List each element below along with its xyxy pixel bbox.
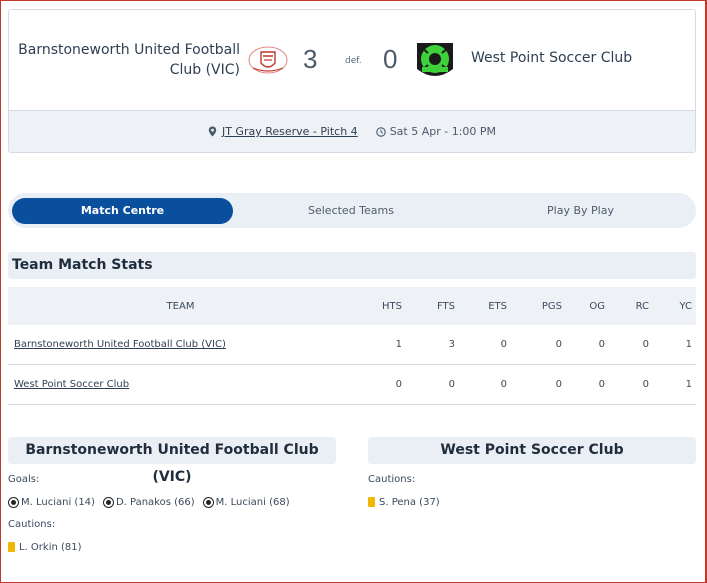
col-header-rc: RC — [635, 300, 649, 312]
yellow-card-icon — [8, 542, 15, 552]
stats-team-cell: West Point Soccer Club — [8, 379, 353, 390]
stat-ets: 0 — [500, 379, 507, 390]
cautions-label: Cautions: — [8, 519, 56, 530]
stat-hts: 0 — [395, 379, 402, 390]
stat-fts: 3 — [448, 339, 455, 350]
cautions-list: L. Orkin (81) — [8, 540, 336, 554]
col-header-hts: HTS — [382, 300, 402, 312]
caution-event: S. Pena (37) — [368, 497, 440, 508]
stat-rc: 0 — [642, 379, 649, 390]
stats-team-link[interactable]: West Point Soccer Club — [14, 379, 129, 390]
match-tabs: Match Centre Selected Teams Play By Play — [8, 193, 696, 228]
stats-section-title: Team Match Stats — [8, 252, 696, 279]
soccer-ball-icon — [8, 496, 19, 508]
home-team-logo — [248, 46, 288, 74]
clock-icon — [375, 126, 386, 137]
stat-yc: 1 — [685, 379, 692, 390]
goal-event: M. Luciani (68) — [202, 496, 290, 508]
col-header-team: TEAM — [166, 300, 195, 312]
goal-scorer: D. Panakos (66) — [115, 496, 195, 508]
goal-event: M. Luciani (14) — [8, 496, 95, 508]
goals-list: M. Luciani (14) D. Panakos (66) M. Lucia… — [8, 495, 336, 509]
caution-event: L. Orkin (81) — [8, 542, 82, 553]
stat-pgs: 0 — [555, 379, 562, 390]
stat-rc: 0 — [642, 339, 649, 350]
goal-scorer: M. Luciani (14) — [21, 496, 95, 508]
soccer-ball-icon — [202, 496, 214, 508]
stat-pgs: 0 — [555, 339, 562, 350]
goal-scorer: M. Luciani (68) — [215, 496, 290, 508]
away-team-name[interactable]: West Point Soccer Club — [471, 50, 632, 66]
stat-ets: 0 — [500, 339, 507, 350]
stat-hts: 1 — [395, 339, 402, 350]
stats-team-cell: Barnstoneworth United Football Club (VIC… — [8, 339, 353, 350]
stat-og: 0 — [598, 339, 605, 350]
map-pin-icon — [208, 126, 217, 137]
stat-yc: 1 — [685, 339, 692, 350]
home-events-panel: Barnstoneworth United Football Club (VIC… — [8, 437, 336, 554]
stats-team-link[interactable]: Barnstoneworth United Football Club (VIC… — [14, 339, 226, 350]
tab-selected-teams[interactable]: Selected Teams — [233, 198, 469, 224]
home-score: 3 — [303, 44, 318, 74]
score-header: Barnstoneworth United Football Club (VIC… — [9, 10, 695, 110]
col-header-pgs: PGS — [541, 300, 562, 312]
table-row: West Point Soccer Club 0 0 0 0 0 0 1 — [8, 365, 696, 405]
stats-header-row: TEAM HTS FTS ETS PGS OG RC YC — [8, 287, 696, 325]
tab-match-centre[interactable]: Match Centre — [12, 197, 233, 224]
tab-play-by-play[interactable]: Play By Play — [469, 198, 692, 224]
caution-player: S. Pena (37) — [379, 496, 440, 508]
caution-player: L. Orkin (81) — [19, 541, 82, 553]
away-team-logo — [417, 43, 453, 76]
match-time: Sat 5 Apr - 1:00 PM — [375, 125, 497, 138]
away-events-title: West Point Soccer Club — [368, 437, 696, 464]
venue-info: JT Gray Reserve - Pitch 4 — [208, 125, 358, 138]
col-header-fts: FTS — [436, 300, 455, 312]
soccer-ball-icon — [102, 496, 114, 508]
match-info-bar: JT Gray Reserve - Pitch 4 Sat 5 Apr - 1:… — [9, 110, 695, 152]
stat-og: 0 — [598, 379, 605, 390]
result-label: def. — [345, 56, 362, 66]
away-events-panel: West Point Soccer Club Cautions: S. Pena… — [368, 437, 696, 509]
goal-event: D. Panakos (66) — [102, 496, 195, 508]
cautions-label: Cautions: — [368, 474, 416, 485]
col-header-yc: YC — [679, 300, 692, 312]
venue-link[interactable]: JT Gray Reserve - Pitch 4 — [222, 125, 358, 138]
cautions-list: S. Pena (37) — [368, 495, 696, 509]
team-stats-table: TEAM HTS FTS ETS PGS OG RC YC Barnstonew… — [8, 287, 696, 405]
stat-fts: 0 — [448, 379, 455, 390]
yellow-card-icon — [368, 497, 375, 507]
home-team-name[interactable]: Barnstoneworth United Football Club (VIC… — [0, 40, 240, 80]
away-score: 0 — [383, 44, 398, 74]
match-score-card: Barnstoneworth United Football Club (VIC… — [8, 9, 696, 153]
home-events-title: Barnstoneworth United Football Club (VIC… — [8, 437, 336, 485]
table-row: Barnstoneworth United Football Club (VIC… — [8, 325, 696, 365]
match-datetime: Sat 5 Apr - 1:00 PM — [389, 125, 497, 138]
col-header-og: OG — [589, 300, 605, 312]
col-header-ets: ETS — [488, 300, 507, 312]
